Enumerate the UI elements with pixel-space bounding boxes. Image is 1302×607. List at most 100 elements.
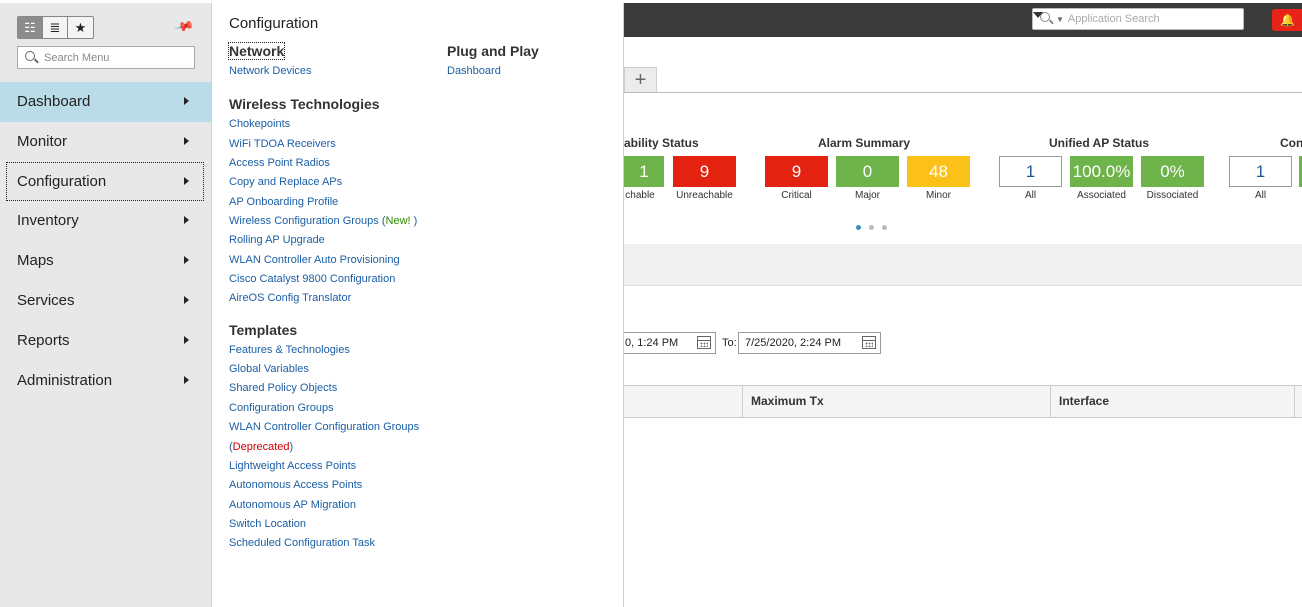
- link-access-point-radios[interactable]: Access Point Radios: [229, 154, 459, 173]
- chevron-right-icon: [184, 176, 189, 185]
- nav-item-services[interactable]: Services: [0, 281, 211, 321]
- main-navigation: ☷ ≣ ★ 📌 Dashboard Monitor Configuration: [0, 3, 212, 607]
- chevron-right-icon: [184, 136, 189, 145]
- section-templates: Templates: [229, 321, 298, 338]
- carousel-dot[interactable]: [856, 225, 861, 230]
- add-tab-button[interactable]: +: [624, 67, 657, 93]
- controller-all-tile[interactable]: 1: [1229, 156, 1292, 187]
- section-wireless-technologies: Wireless Technologies: [229, 96, 380, 113]
- unreachable-tile[interactable]: 9: [673, 156, 736, 187]
- list-view-icon[interactable]: ≣: [43, 17, 68, 38]
- link-lightweight-access-points[interactable]: Lightweight Access Points: [229, 457, 459, 476]
- application-search-input[interactable]: [1067, 13, 1238, 25]
- to-date-value: 7/25/2020, 2:24 PM: [745, 337, 842, 349]
- critical-label: Critical: [781, 190, 812, 201]
- ap-all-tile[interactable]: 1: [999, 156, 1062, 187]
- link-features-technologies[interactable]: Features & Technologies: [229, 341, 459, 360]
- pin-icon[interactable]: 📌: [173, 16, 196, 38]
- section-plug-and-play: Plug and Play: [447, 43, 539, 59]
- deprecated-note: (Deprecated): [229, 438, 459, 457]
- link-wlan-controller-auto-provisioning[interactable]: WLAN Controller Auto Provisioning: [229, 251, 459, 270]
- link-global-variables[interactable]: Global Variables: [229, 360, 459, 379]
- column-interface[interactable]: Interface: [1051, 386, 1109, 417]
- to-label: To:: [722, 337, 737, 349]
- column-divider: [1294, 386, 1295, 417]
- nav-item-label: Monitor: [17, 132, 68, 150]
- nav-item-administration[interactable]: Administration: [0, 361, 211, 401]
- chevron-right-icon: [184, 375, 189, 384]
- chevron-right-icon: [184, 216, 189, 225]
- ap-associated-tile[interactable]: 100.0%: [1070, 156, 1133, 187]
- carousel-dot[interactable]: [882, 225, 887, 230]
- link-wlan-controller-configuration-groups[interactable]: WLAN Controller Configuration Groups: [229, 418, 459, 437]
- nav-item-configuration[interactable]: Configuration: [0, 161, 211, 202]
- application-search[interactable]: ▼: [1032, 8, 1244, 30]
- paren: ): [289, 440, 294, 453]
- link-network-devices[interactable]: Network Devices: [229, 62, 459, 81]
- column-maximum-tx[interactable]: Maximum Tx: [743, 386, 824, 417]
- submenu-right-column: Plug and Play Dashboard: [447, 40, 607, 81]
- link-wireless-configuration-groups[interactable]: Wireless Configuration Groups (New! ): [229, 212, 459, 231]
- link-scheduled-configuration-task[interactable]: Scheduled Configuration Task: [229, 534, 459, 553]
- from-date-input[interactable]: 0, 1:24 PM: [618, 332, 716, 354]
- nav-item-label: Inventory: [17, 212, 79, 230]
- ap-dissociated-tile[interactable]: 0%: [1141, 156, 1204, 187]
- link-pnp-dashboard[interactable]: Dashboard: [447, 62, 607, 81]
- menu-view-toggle: ☷ ≣ ★: [17, 16, 94, 39]
- nav-item-inventory[interactable]: Inventory: [0, 201, 211, 241]
- link-copy-replace-aps[interactable]: Copy and Replace APs: [229, 173, 459, 192]
- favorites-star-icon[interactable]: ★: [68, 17, 93, 38]
- carousel-dot[interactable]: [869, 225, 874, 230]
- alarm-bell-button[interactable]: 🔔: [1272, 9, 1302, 31]
- link-shared-policy-objects[interactable]: Shared Policy Objects: [229, 379, 459, 398]
- nav-item-maps[interactable]: Maps: [0, 241, 211, 281]
- alarm-summary-title: Alarm Summary: [818, 136, 911, 150]
- chevron-right-icon: [184, 295, 189, 304]
- tree-view-icon[interactable]: ☷: [18, 17, 43, 38]
- to-date-input[interactable]: 7/25/2020, 2:24 PM: [738, 332, 881, 354]
- submenu-title: Configuration: [229, 15, 319, 32]
- ap-dissociated-label: Dissociated: [1146, 190, 1199, 201]
- chevron-down-icon[interactable]: ▼: [1056, 15, 1064, 24]
- link-text: ): [410, 215, 418, 228]
- calendar-icon[interactable]: [862, 336, 876, 349]
- critical-alarms-tile[interactable]: 9: [765, 156, 828, 187]
- link-autonomous-access-points[interactable]: Autonomous Access Points: [229, 476, 459, 495]
- link-switch-location[interactable]: Switch Location: [229, 515, 459, 534]
- controller-all-label: All: [1254, 190, 1267, 201]
- major-alarms-tile[interactable]: 0: [836, 156, 899, 187]
- nav-item-reports[interactable]: Reports: [0, 321, 211, 361]
- link-configuration-groups[interactable]: Configuration Groups: [229, 399, 459, 418]
- search-icon: [24, 50, 40, 66]
- link-ap-onboarding-profile[interactable]: AP Onboarding Profile: [229, 193, 459, 212]
- nav-item-label: Reports: [17, 331, 70, 349]
- from-date-value: 0, 1:24 PM: [625, 337, 679, 349]
- link-chokepoints[interactable]: Chokepoints: [229, 115, 459, 134]
- carousel-pager: [856, 225, 887, 230]
- minor-label: Minor: [925, 190, 951, 201]
- column-menu-caret-icon[interactable]: [1033, 12, 1043, 18]
- screen: ▼ 🔔 + ability Status 1 chable 9 Unreacha…: [0, 0, 1302, 607]
- link-aireos-config-translator[interactable]: AireOS Config Translator: [229, 289, 459, 308]
- section-heading: Network: [227, 42, 286, 60]
- chevron-right-icon: [184, 256, 189, 265]
- unreachable-label: Unreachable: [676, 190, 733, 201]
- section-network[interactable]: Network: [227, 40, 459, 62]
- link-text: Wireless Configuration Groups (: [229, 215, 386, 228]
- bell-icon: 🔔: [1280, 13, 1295, 27]
- reachable-tile[interactable]: 1: [624, 156, 664, 187]
- nav-item-label: Maps: [17, 252, 54, 270]
- link-cisco-catalyst-9800-configuration[interactable]: Cisco Catalyst 9800 Configuration: [229, 270, 459, 289]
- minor-alarms-tile[interactable]: 48: [907, 156, 970, 187]
- link-rolling-ap-upgrade[interactable]: Rolling AP Upgrade: [229, 231, 459, 250]
- calendar-icon[interactable]: [697, 336, 711, 349]
- menu-search-input[interactable]: [44, 51, 184, 64]
- link-wifi-tdoa-receivers[interactable]: WiFi TDOA Receivers: [229, 135, 459, 154]
- link-autonomous-ap-migration[interactable]: Autonomous AP Migration: [229, 496, 459, 515]
- menu-search[interactable]: [17, 46, 195, 69]
- nav-item-dashboard[interactable]: Dashboard: [0, 82, 211, 122]
- nav-item-monitor[interactable]: Monitor: [0, 122, 211, 162]
- ap-associated-label: Associated: [1077, 190, 1126, 201]
- configuration-submenu: Configuration Network Network Devices Wi…: [212, 3, 624, 607]
- nav-item-label: Administration: [17, 371, 113, 389]
